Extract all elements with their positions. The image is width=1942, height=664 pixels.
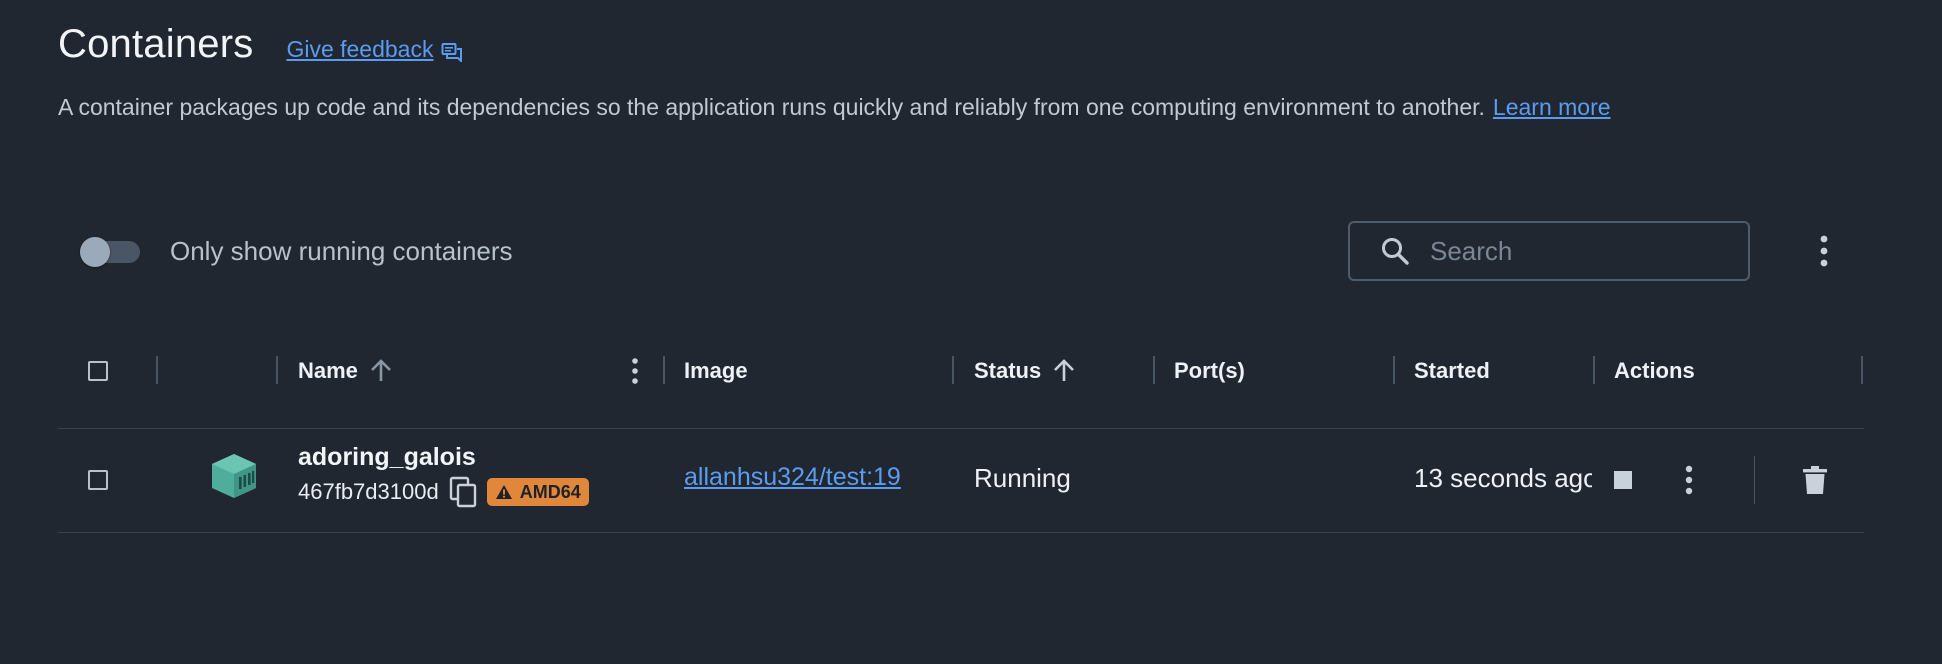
- column-divider[interactable]: [1861, 356, 1863, 384]
- give-feedback-label[interactable]: Give feedback: [286, 36, 433, 63]
- sort-up-icon[interactable]: [368, 358, 394, 384]
- column-divider[interactable]: [1153, 356, 1155, 384]
- only-running-label: Only show running containers: [170, 236, 513, 266]
- column-header-image[interactable]: Image: [684, 340, 748, 402]
- started-text: 13 seconds ago: [1414, 463, 1592, 493]
- status-cell: Running: [974, 463, 1071, 494]
- page-title: Containers: [58, 22, 254, 66]
- select-all-checkbox[interactable]: [88, 361, 108, 381]
- column-header-ports[interactable]: Port(s): [1174, 340, 1245, 402]
- table-header: Name Image Status Port(s) Started Action…: [58, 340, 1864, 429]
- give-feedback-link[interactable]: Give feedback: [286, 36, 463, 63]
- container-id-row: 467fb7d3100d AMD64: [298, 476, 589, 508]
- image-cell: allanhsu324/test:19: [684, 463, 901, 492]
- architecture-warning-badge: AMD64: [486, 478, 589, 506]
- column-divider[interactable]: [663, 356, 665, 384]
- column-label-status[interactable]: Status: [974, 358, 1041, 384]
- started-cell: 13 seconds ago: [1414, 463, 1592, 494]
- row-more-options-button[interactable]: [1685, 465, 1693, 495]
- more-options-kebab-icon[interactable]: [1812, 234, 1836, 268]
- title-row: Containers Give feedback: [58, 22, 463, 67]
- name-column-menu[interactable]: [631, 340, 639, 402]
- select-all-cell: [88, 340, 108, 402]
- stop-icon[interactable]: [1612, 469, 1634, 491]
- actions-separator: [1754, 456, 1755, 504]
- column-header-name[interactable]: Name: [298, 340, 394, 402]
- sort-up-icon[interactable]: [1051, 358, 1077, 384]
- column-header-started[interactable]: Started: [1414, 340, 1490, 402]
- row-checkbox[interactable]: [88, 470, 108, 490]
- column-kebab-icon[interactable]: [631, 358, 639, 384]
- container-name[interactable]: adoring_galois: [298, 443, 476, 472]
- page-description: A container packages up code and its dep…: [58, 94, 1611, 121]
- name-cell: adoring_galois 467fb7d3100d AMD64: [298, 443, 589, 508]
- learn-more-link[interactable]: Learn more: [1493, 94, 1611, 120]
- badge-label: AMD64: [519, 481, 581, 502]
- only-running-toggle[interactable]: [80, 236, 140, 267]
- column-label-image[interactable]: Image: [684, 358, 748, 384]
- search-icon: [1380, 236, 1410, 266]
- image-link[interactable]: allanhsu324/test:19: [684, 463, 901, 492]
- column-divider[interactable]: [276, 356, 278, 384]
- running-filter: Only show running containers: [80, 236, 513, 267]
- container-icon: [208, 452, 260, 500]
- column-divider[interactable]: [1393, 356, 1395, 384]
- row-select-cell: [88, 470, 108, 490]
- column-divider[interactable]: [1593, 356, 1595, 384]
- containers-table: Name Image Status Port(s) Started Action…: [58, 340, 1864, 533]
- copy-icon[interactable]: [449, 476, 479, 508]
- trash-icon[interactable]: [1802, 465, 1828, 495]
- kebab-menu-icon[interactable]: [1685, 465, 1693, 495]
- containers-page: Containers Give feedback A container pac…: [0, 0, 1942, 664]
- column-divider[interactable]: [952, 356, 954, 384]
- search-box[interactable]: [1348, 221, 1750, 281]
- warning-icon: [495, 484, 513, 500]
- status-text: Running: [974, 463, 1071, 493]
- column-label-actions: Actions: [1614, 358, 1695, 383]
- table-row[interactable]: adoring_galois 467fb7d3100d AMD64 allanh…: [58, 429, 1864, 533]
- column-label-started[interactable]: Started: [1414, 358, 1490, 384]
- column-label-name[interactable]: Name: [298, 358, 358, 384]
- delete-button[interactable]: [1802, 465, 1828, 495]
- column-label-ports[interactable]: Port(s): [1174, 358, 1245, 384]
- feedback-icon[interactable]: [441, 42, 463, 62]
- stop-button[interactable]: [1612, 469, 1634, 491]
- container-id: 467fb7d3100d: [298, 479, 439, 504]
- toggle-knob[interactable]: [80, 236, 110, 267]
- search-input[interactable]: [1428, 234, 1732, 268]
- column-header-status[interactable]: Status: [974, 340, 1077, 402]
- description-text: A container packages up code and its dep…: [58, 94, 1485, 120]
- column-header-actions: Actions: [1614, 340, 1695, 402]
- column-divider[interactable]: [156, 356, 158, 384]
